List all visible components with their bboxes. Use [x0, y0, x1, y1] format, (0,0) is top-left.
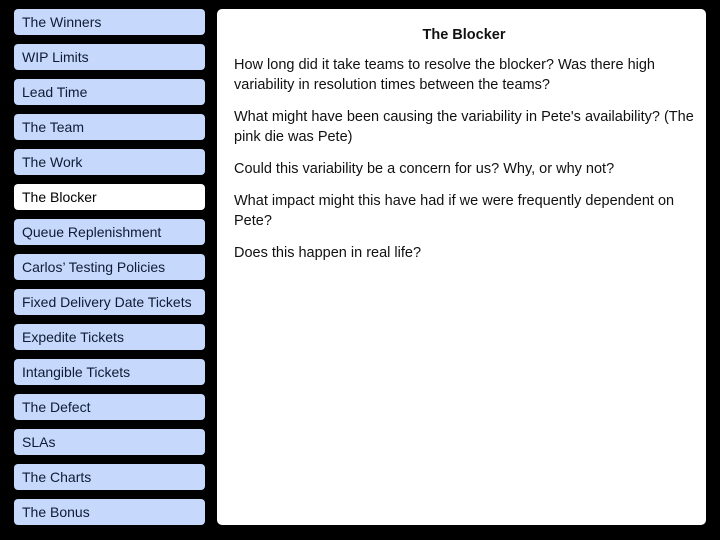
nav-item-the-blocker[interactable]: The Blocker: [14, 184, 205, 210]
question-variability-cause: What might have been causing the variabi…: [234, 109, 694, 145]
nav-item-the-defect[interactable]: The Defect: [14, 394, 205, 420]
question-impact: What impact might this have had if we we…: [234, 193, 675, 229]
question-real-life: Does this happen in real life?: [234, 245, 422, 261]
nav-item-the-team[interactable]: The Team: [14, 114, 205, 140]
nav-item-the-work[interactable]: The Work: [14, 149, 205, 175]
nav-item-queue-replenishment[interactable]: Queue Replenishment: [14, 219, 205, 245]
nav-item-carlos-testing-policies[interactable]: Carlos’ Testing Policies: [14, 254, 205, 280]
panel-title: The Blocker: [422, 27, 506, 43]
question-resolution-time: How long did it take teams to resolve th…: [234, 57, 655, 93]
nav-item-the-charts[interactable]: The Charts: [14, 464, 205, 490]
nav-item-slas[interactable]: SLAs: [14, 429, 205, 455]
nav-item-the-bonus[interactable]: The Bonus: [14, 499, 205, 525]
question-concern: Could this variability be a concern for …: [234, 161, 615, 177]
nav-item-expedite-tickets[interactable]: Expedite Tickets: [14, 324, 205, 350]
content-panel: The Blocker How long did it take teams t…: [217, 9, 706, 525]
nav-item-fixed-delivery-date-tickets[interactable]: Fixed Delivery Date Tickets: [14, 289, 205, 315]
nav-item-wip-limits[interactable]: WIP Limits: [14, 44, 205, 70]
topic-nav: The Winners WIP Limits Lead Time The Tea…: [14, 9, 205, 534]
nav-item-the-winners[interactable]: The Winners: [14, 9, 205, 35]
nav-item-lead-time[interactable]: Lead Time: [14, 79, 205, 105]
nav-item-intangible-tickets[interactable]: Intangible Tickets: [14, 359, 205, 385]
